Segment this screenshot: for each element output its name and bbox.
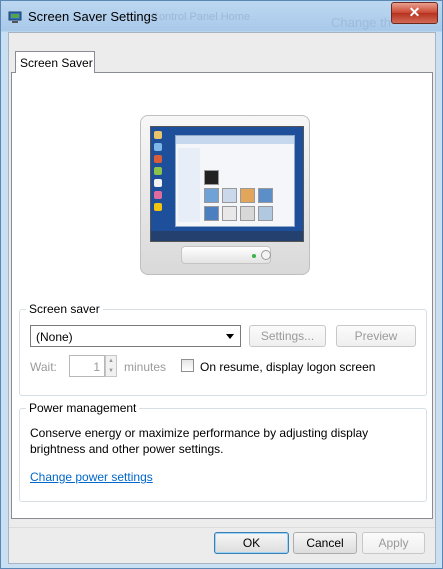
- tab-panel: Screen saver (None) Settings... Preview …: [11, 72, 433, 519]
- preview-thumbnail: [204, 170, 219, 185]
- power-management-group-label: Power management: [26, 401, 140, 415]
- minutes-label: minutes: [124, 360, 167, 374]
- preview-thumbnail: [222, 206, 237, 221]
- title-bar[interactable]: Screen Saver Settings Control Panel Home…: [1, 1, 443, 32]
- close-icon: ✕: [408, 4, 421, 20]
- wait-spinner[interactable]: ▲ ▼: [105, 355, 117, 377]
- close-button[interactable]: ✕: [391, 2, 438, 24]
- preview-thumbnail: [204, 206, 219, 221]
- monitor-bezel: [181, 246, 271, 264]
- monitor-power-button-icon: [261, 250, 271, 260]
- preview-thumbnail: [240, 188, 255, 203]
- preview-thumbnail: [258, 188, 273, 203]
- preview-window-sidebar: [178, 148, 200, 222]
- screen-saver-selected-value: (None): [36, 330, 73, 344]
- background-window-title: Control Panel Home: [151, 11, 251, 23]
- ok-button[interactable]: OK: [214, 532, 289, 554]
- preview-thumbnail: [204, 188, 219, 203]
- monitor-screen: [150, 126, 304, 242]
- cancel-button[interactable]: Cancel: [293, 532, 357, 554]
- logon-screen-checkbox-label[interactable]: On resume, display logon screen: [200, 360, 375, 374]
- tab-label: Screen Saver: [20, 56, 93, 70]
- window-frame: Screen Saver Settings Control Panel Home…: [0, 0, 443, 569]
- settings-button[interactable]: Settings...: [249, 325, 326, 347]
- logon-screen-checkbox[interactable]: [181, 359, 194, 372]
- tab-screen-saver[interactable]: Screen Saver: [15, 51, 95, 73]
- screen-saver-group: Screen saver (None) Settings... Preview …: [19, 302, 427, 396]
- preview-thumbnail: [258, 206, 273, 221]
- spin-down-icon[interactable]: ▼: [106, 366, 116, 376]
- spin-up-icon[interactable]: ▲: [106, 356, 116, 366]
- desktop-icon: [154, 203, 162, 211]
- dialog-client-area: Screen Saver Screen saver (None) Setting…: [8, 32, 436, 564]
- screen-saver-group-label: Screen saver: [26, 302, 103, 316]
- background-window-title-2: Change th: [331, 15, 391, 30]
- screen-saver-select[interactable]: (None): [30, 325, 241, 347]
- preview-thumbnail: [240, 206, 255, 221]
- monitor-preview: [140, 115, 310, 275]
- power-led-icon: [252, 254, 256, 258]
- desktop-icon: [154, 155, 162, 163]
- preview-thumbnail: [222, 188, 237, 203]
- desktop-icon: [154, 179, 162, 187]
- power-management-description: Conserve energy or maximize performance …: [30, 426, 369, 456]
- preview-window: [175, 135, 295, 227]
- chevron-down-icon: [226, 334, 234, 339]
- preview-window-titlebar: [176, 136, 294, 144]
- power-management-group: Power management Conserve energy or maxi…: [19, 401, 427, 502]
- preview-taskbar: [151, 231, 303, 241]
- apply-button[interactable]: Apply: [362, 532, 425, 554]
- desktop-icon: [154, 191, 162, 199]
- window-title: Screen Saver Settings: [28, 9, 158, 24]
- preview-button[interactable]: Preview: [336, 325, 416, 347]
- footer-divider: [9, 527, 435, 528]
- desktop-icon: [154, 143, 162, 151]
- desktop-icon: [154, 167, 162, 175]
- screen-saver-app-icon: [8, 11, 22, 23]
- desktop-icon: [154, 131, 162, 139]
- wait-label: Wait:: [30, 360, 57, 374]
- wait-minutes-input[interactable]: 1: [69, 355, 105, 377]
- change-power-settings-link[interactable]: Change power settings: [30, 470, 153, 484]
